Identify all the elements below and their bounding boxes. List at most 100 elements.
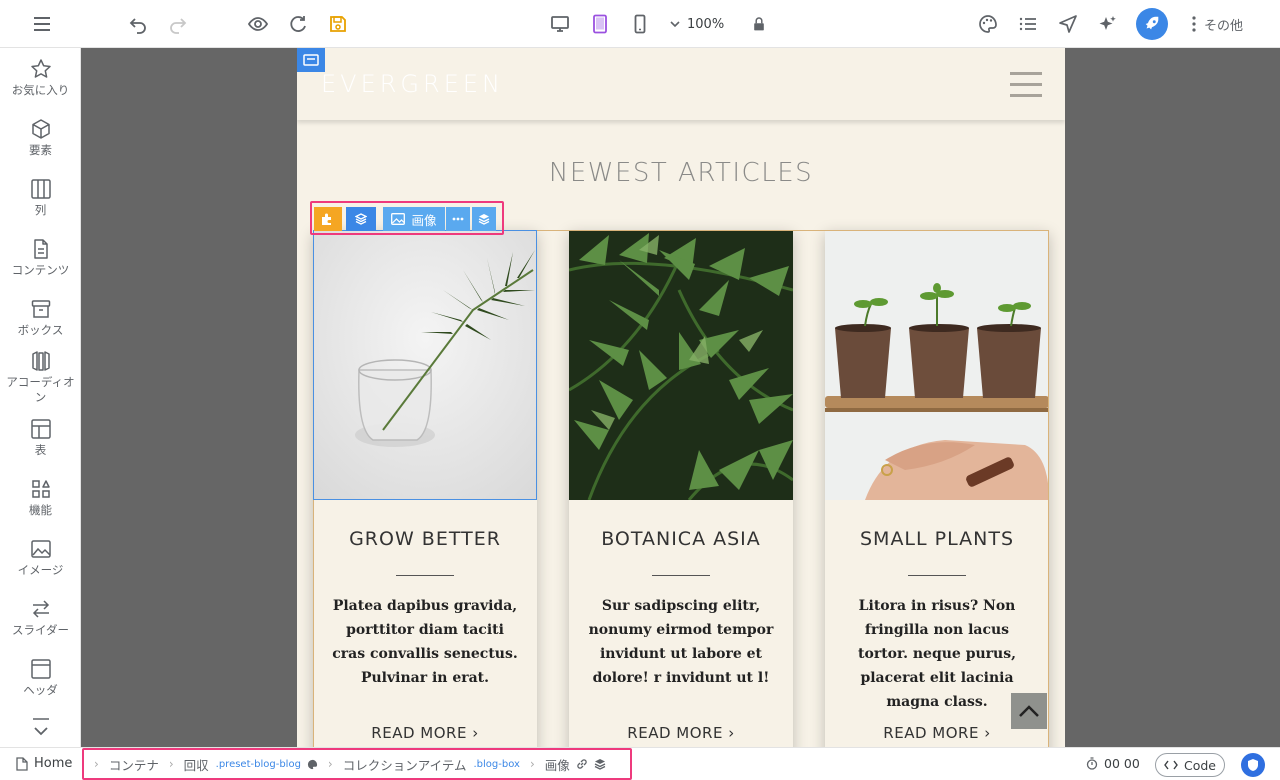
section-title[interactable]: NEWEST ARTICLES [297, 158, 1065, 188]
lock-icon[interactable] [745, 10, 773, 38]
card-title[interactable]: BOTANICA ASIA [569, 528, 793, 550]
card-text[interactable]: Platea dapibus gravida, porttitor diam t… [331, 594, 519, 690]
card-image-fern[interactable] [569, 230, 793, 500]
breadcrumb-separator: › [168, 757, 174, 771]
site-logo[interactable]: EVERGREEN [321, 70, 504, 98]
hamburger-menu-icon[interactable] [1010, 72, 1042, 98]
sidebar-item-features[interactable]: 機能 [0, 478, 80, 518]
save-icon[interactable] [324, 10, 352, 38]
page-preview: EVERGREEN NEWEST ARTICLES GROW BETTER Pl… [297, 48, 1065, 747]
breadcrumb: › コンテナ › 回収 .preset-blog-blog › コレクションアイ… [82, 748, 632, 780]
ai-sparkle-icon[interactable] [1094, 10, 1122, 38]
tablet-icon[interactable] [586, 10, 614, 38]
code-label: Code [1183, 757, 1216, 773]
zoom-value: 100% [687, 16, 725, 32]
sidebar-item-header[interactable]: ヘッダ [0, 658, 80, 698]
more-menu[interactable]: その他 [1192, 12, 1243, 36]
chevron-down-icon [32, 718, 49, 736]
sidebar-item-label: コンテンツ [11, 263, 70, 277]
publish-rocket-button[interactable] [1136, 8, 1168, 40]
box-icon [31, 300, 50, 318]
chevron-down-icon [670, 21, 680, 28]
image-element-name: 画像 [411, 212, 437, 228]
card-image-palm-glass[interactable] [313, 230, 537, 500]
link-icon [577, 759, 587, 769]
palette-icon[interactable] [974, 10, 1002, 38]
breadcrumb-class: .blog-box [473, 758, 520, 770]
card-image-seedlings[interactable] [825, 230, 1049, 500]
header-section-badge[interactable] [297, 48, 325, 72]
breadcrumb-separator: › [529, 757, 535, 771]
more-options-icon[interactable] [446, 207, 470, 231]
accordion-icon [31, 351, 50, 371]
card-title[interactable]: SMALL PLANTS [825, 528, 1049, 550]
sidebar-item-label: ボックス [17, 323, 64, 337]
breadcrumb-class: .preset-blog-blog [215, 758, 301, 770]
sidebar-item-image[interactable]: イメージ [0, 538, 80, 578]
desktop-icon[interactable] [546, 10, 574, 38]
section-icon [303, 54, 319, 66]
cube-icon [31, 119, 50, 139]
breadcrumb-item[interactable]: 回収 [184, 755, 209, 774]
zoom-selector[interactable]: 100% [669, 11, 739, 37]
blog-card[interactable]: BOTANICA ASIA Sur sadipscing elitr, nonu… [569, 230, 793, 747]
sidebar-item-label: イメージ [17, 563, 64, 577]
element-toolbar: 画像 [310, 201, 504, 235]
layers-icon[interactable] [346, 207, 376, 231]
image-icon [391, 213, 406, 225]
read-more-link[interactable]: READ MORE › [569, 724, 793, 742]
sidebar-item-favorites[interactable]: お気に入り [0, 58, 80, 98]
code-button[interactable]: Code [1155, 753, 1225, 777]
home-label: Home [34, 756, 73, 771]
security-shield-button[interactable] [1241, 753, 1265, 777]
list-icon[interactable] [1014, 10, 1042, 38]
star-icon [30, 59, 51, 78]
breadcrumb-separator: › [327, 757, 333, 771]
breadcrumb-item[interactable]: 画像 [545, 755, 570, 774]
mobile-icon[interactable] [626, 10, 654, 38]
menu-icon[interactable] [28, 10, 56, 38]
breadcrumb-item[interactable]: コレクションアイテム [343, 755, 467, 774]
kebab-icon [1192, 16, 1196, 32]
blog-card[interactable]: SMALL PLANTS Litora in risus? Non fringi… [825, 230, 1049, 747]
sidebar-item-box[interactable]: ボックス [0, 298, 80, 338]
redo-icon[interactable] [164, 10, 192, 38]
send-icon[interactable] [1054, 10, 1082, 38]
sidebar-item-label: 表 [34, 443, 47, 457]
read-more-link[interactable]: READ MORE › [313, 724, 537, 742]
sidebar-item-accordion[interactable]: アコーディオン [0, 350, 80, 405]
image-icon [30, 540, 51, 558]
refresh-icon[interactable] [284, 10, 312, 38]
sidebar-item-more[interactable] [0, 716, 80, 738]
preview-eye-icon[interactable] [244, 10, 272, 38]
more-label: その他 [1204, 18, 1244, 34]
blog-card[interactable]: GROW BETTER Platea dapibus gravida, port… [313, 230, 537, 747]
breadcrumb-item[interactable]: コンテナ [109, 755, 159, 774]
card-text[interactable]: Sur sadipscing elitr, nonumy eirmod temp… [587, 594, 775, 690]
puzzle-icon[interactable] [314, 207, 342, 231]
code-icon [1164, 760, 1178, 770]
session-timer: 00 00 [1086, 756, 1140, 771]
stack-icon[interactable] [472, 207, 496, 231]
sidebar-item-label: アコーディオン [6, 375, 75, 404]
features-icon [31, 480, 50, 498]
card-title[interactable]: GROW BETTER [313, 528, 537, 550]
sidebar-item-table[interactable]: 表 [0, 418, 80, 458]
image-element-label[interactable]: 画像 [383, 207, 445, 231]
palette-icon [307, 759, 318, 769]
site-header[interactable]: EVERGREEN [297, 48, 1065, 120]
slider-icon [32, 600, 49, 618]
sidebar-item-slider[interactable]: スライダー [0, 598, 80, 638]
document-icon [33, 239, 48, 259]
sidebar-item-columns[interactable]: 列 [0, 178, 80, 218]
undo-icon[interactable] [124, 10, 152, 38]
home-breadcrumb[interactable]: Home [16, 756, 72, 771]
sidebar-item-elements[interactable]: 要素 [0, 118, 80, 158]
card-text[interactable]: Litora in risus? Non fringilla non lacus… [843, 594, 1031, 714]
editor-canvas[interactable]: EVERGREEN NEWEST ARTICLES GROW BETTER Pl… [81, 48, 1280, 747]
sidebar-item-contents[interactable]: コンテンツ [0, 238, 80, 278]
sidebar-item-label: スライダー [11, 623, 70, 637]
sidebar-item-label: ヘッダ [23, 683, 58, 697]
scroll-to-top-button[interactable] [1011, 693, 1047, 729]
sidebar-item-label: 列 [34, 203, 47, 217]
